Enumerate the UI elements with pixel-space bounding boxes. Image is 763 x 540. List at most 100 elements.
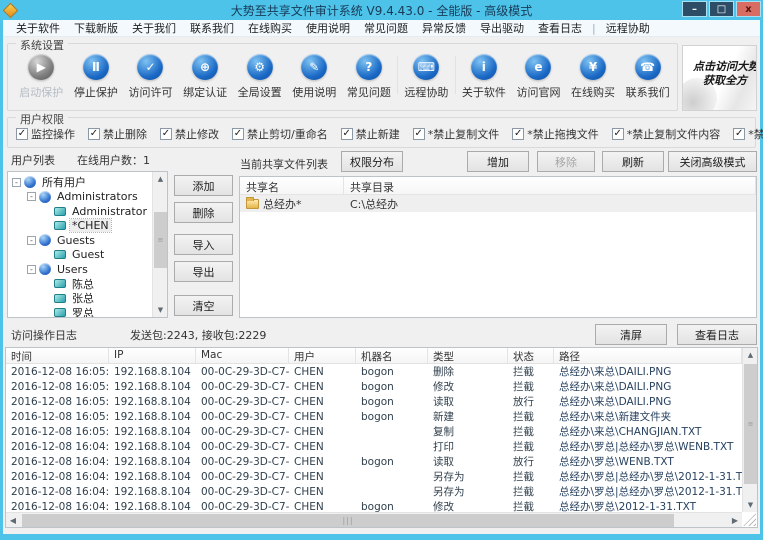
resize-grip[interactable] — [743, 513, 756, 526]
tree-node-Guest[interactable]: Guest — [10, 248, 152, 263]
tree-node-*CHEN[interactable]: *CHEN — [10, 218, 152, 234]
menu-item-常见问题[interactable]: 常见问题 — [357, 20, 415, 36]
log-column-header-机器名[interactable]: 机器名 — [356, 348, 428, 363]
menu-item-使用说明[interactable]: 使用说明 — [299, 20, 357, 36]
tree-node-所有用户[interactable]: - 所有用户 — [10, 175, 152, 190]
tree-scroll-thumb[interactable]: ≡ — [154, 212, 167, 268]
log-row[interactable]: 2016-12-08 16:04:05 192.168.8.104 00-0C-29… — [6, 484, 742, 499]
checkbox-icon[interactable]: ✓ — [16, 127, 28, 140]
import-users-button[interactable]: 导入 — [174, 234, 233, 255]
log-row[interactable]: 2016-12-08 16:04:13 192.168.8.104 00-0C-29… — [6, 454, 742, 469]
expander-icon[interactable]: - — [27, 192, 36, 202]
log-column-header-用户[interactable]: 用户 — [289, 348, 356, 363]
tool-about-software[interactable]: i 关于软件 — [457, 54, 512, 100]
add-share-button[interactable]: 增加 — [467, 151, 529, 172]
log-horizontal-scrollbar[interactable]: ◀ ||| ▶ — [6, 512, 742, 527]
log-vscroll-thumb[interactable]: ≡ — [744, 364, 757, 484]
permission-checkbox-item[interactable]: ✓ *禁止复制文件内容 — [611, 126, 720, 142]
log-vertical-scrollbar[interactable]: ▲ ≡ ▼ — [742, 348, 757, 512]
tree-node-Users[interactable]: - Users — [10, 262, 152, 277]
log-column-header-IP[interactable]: IP — [109, 348, 196, 363]
view-log-button[interactable]: 查看日志 — [677, 324, 757, 345]
tool-usage-manual[interactable]: ✎ 使用说明 — [287, 54, 342, 100]
permission-checkbox-item[interactable]: ✓ 监控操作 — [16, 126, 75, 142]
clear-users-button[interactable]: 清空 — [174, 295, 233, 316]
tool-visit-website[interactable]: e 访问官网 — [511, 54, 566, 100]
log-column-header-Mac[interactable]: Mac — [196, 348, 289, 363]
permission-checkbox-item[interactable]: ✓ *禁止拖拽文件 — [512, 126, 599, 142]
scroll-down-icon[interactable]: ▼ — [743, 498, 758, 512]
scroll-left-icon[interactable]: ◀ — [6, 513, 20, 528]
menu-item-导出驱动[interactable]: 导出驱动 — [473, 20, 531, 36]
close-advanced-mode-button[interactable]: 关闭高级模式 — [668, 151, 757, 172]
permission-checkbox-item[interactable]: ✓ 禁止剪切/重命名 — [232, 126, 328, 142]
checkbox-icon[interactable]: ✓ — [88, 127, 100, 140]
tree-node-罗总[interactable]: 罗总 — [10, 306, 152, 317]
log-column-header-路径[interactable]: 路径 — [554, 348, 742, 363]
log-row[interactable]: 2016-12-08 16:04:15 192.168.8.104 00-0C-29… — [6, 439, 742, 454]
scroll-up-icon[interactable]: ▲ — [743, 348, 758, 362]
tool-contact-us[interactable]: ☎ 联系我们 — [620, 54, 675, 100]
scroll-up-icon[interactable]: ▲ — [153, 172, 167, 186]
tool-stop-protect[interactable]: Ⅱ 停止保护 — [69, 54, 124, 100]
log-hscroll-thumb[interactable]: ||| — [22, 514, 674, 527]
menu-item-关于软件[interactable]: 关于软件 — [9, 20, 67, 36]
log-column-header-时间[interactable]: 时间 — [6, 348, 109, 363]
checkbox-icon[interactable]: ✓ — [412, 127, 425, 140]
promo-banner[interactable]: 点击访问大势 获取全方 — [682, 45, 757, 111]
column-header-share-name[interactable]: 共享名 — [240, 177, 344, 194]
checkbox-icon[interactable]: ✓ — [512, 127, 525, 140]
menu-item-异常反馈[interactable]: 异常反馈 — [415, 20, 473, 36]
permission-checkbox-item[interactable]: ✓ 禁止新建 — [340, 126, 400, 142]
checkbox-icon[interactable]: ✓ — [733, 127, 746, 140]
menu-item-下载新版[interactable]: 下载新版 — [67, 20, 125, 36]
menu-item-在线购买[interactable]: 在线购买 — [241, 20, 299, 36]
permission-checkbox-item[interactable]: ✓*禁止另存为 — [733, 126, 763, 142]
log-column-header-类型[interactable]: 类型 — [428, 348, 508, 363]
share-row[interactable]: 总经办* C:\总经办 — [240, 195, 756, 212]
tree-node-Administrators[interactable]: - Administrators — [10, 190, 152, 205]
checkbox-icon[interactable]: ✓ — [340, 127, 353, 140]
checkbox-icon[interactable]: ✓ — [232, 127, 244, 140]
maximize-button[interactable]: □ — [709, 1, 734, 17]
tool-buy-online[interactable]: ¥ 在线购买 — [566, 54, 621, 100]
tool-bind-auth[interactable]: ⊕ 绑定认证 — [178, 54, 233, 100]
tool-global-settings[interactable]: ⚙ 全局设置 — [232, 54, 287, 100]
log-row[interactable]: 2016-12-08 16:04:09 192.168.8.104 00-0C-29… — [6, 469, 742, 484]
add-user-button[interactable]: 添加 — [174, 175, 233, 196]
close-button[interactable]: x — [736, 1, 761, 17]
tool-remote-assist[interactable]: ⌨ 远程协助 — [399, 54, 454, 100]
permission-checkbox-item[interactable]: ✓ *禁止复制文件 — [412, 126, 499, 142]
log-row[interactable]: 2016-12-08 16:05:11 192.168.8.104 00-0C-29… — [6, 424, 742, 439]
refresh-shares-button[interactable]: 刷新 — [602, 151, 664, 172]
log-row[interactable]: 2016-12-08 16:05:38 192.168.8.104 00-0C-29… — [6, 364, 742, 379]
checkbox-icon[interactable]: ✓ — [611, 127, 624, 140]
menu-item-查看日志[interactable]: 查看日志 — [531, 20, 589, 36]
menu-item-联系我们[interactable]: 联系我们 — [183, 20, 241, 36]
tree-node-Guests[interactable]: - Guests — [10, 233, 152, 248]
log-row[interactable]: 2016-12-08 16:05:15 192.168.8.104 00-0C-29… — [6, 409, 742, 424]
minimize-button[interactable]: – — [682, 1, 707, 17]
permission-checkbox-item[interactable]: ✓ 禁止修改 — [160, 126, 219, 142]
log-column-header-状态[interactable]: 状态 — [508, 348, 554, 363]
expander-icon[interactable]: - — [27, 264, 36, 274]
expander-icon[interactable]: - — [27, 235, 36, 245]
scroll-down-icon[interactable]: ▼ — [153, 303, 167, 317]
log-row[interactable]: 2016-12-08 16:05:37 192.168.8.104 00-0C-29… — [6, 379, 742, 394]
expander-icon[interactable]: - — [12, 177, 21, 187]
clear-screen-button[interactable]: 清屏 — [595, 324, 667, 345]
tree-node-Administrator[interactable]: Administrator — [10, 204, 152, 219]
checkbox-icon[interactable]: ✓ — [160, 127, 172, 140]
tree-scrollbar[interactable]: ▲ ≡ ▼ — [152, 172, 167, 317]
menu-item-关于我们[interactable]: 关于我们 — [125, 20, 183, 36]
tree-node-张总[interactable]: 张总 — [10, 291, 152, 306]
permission-distribution-button[interactable]: 权限分布 — [341, 151, 403, 172]
log-row[interactable]: 2016-12-08 16:05:37 192.168.8.104 00-0C-29… — [6, 394, 742, 409]
log-row[interactable]: 2016-12-08 16:04:02 192.168.8.104 00-0C-29… — [6, 499, 742, 513]
tool-access-permit[interactable]: ✓ 访问许可 — [123, 54, 178, 100]
column-header-share-dir[interactable]: 共享目录 — [344, 177, 756, 194]
export-users-button[interactable]: 导出 — [174, 261, 233, 282]
delete-user-button[interactable]: 删除 — [174, 202, 233, 223]
permission-checkbox-item[interactable]: ✓ 禁止删除 — [88, 126, 147, 142]
tree-node-陈总[interactable]: 陈总 — [10, 277, 152, 292]
